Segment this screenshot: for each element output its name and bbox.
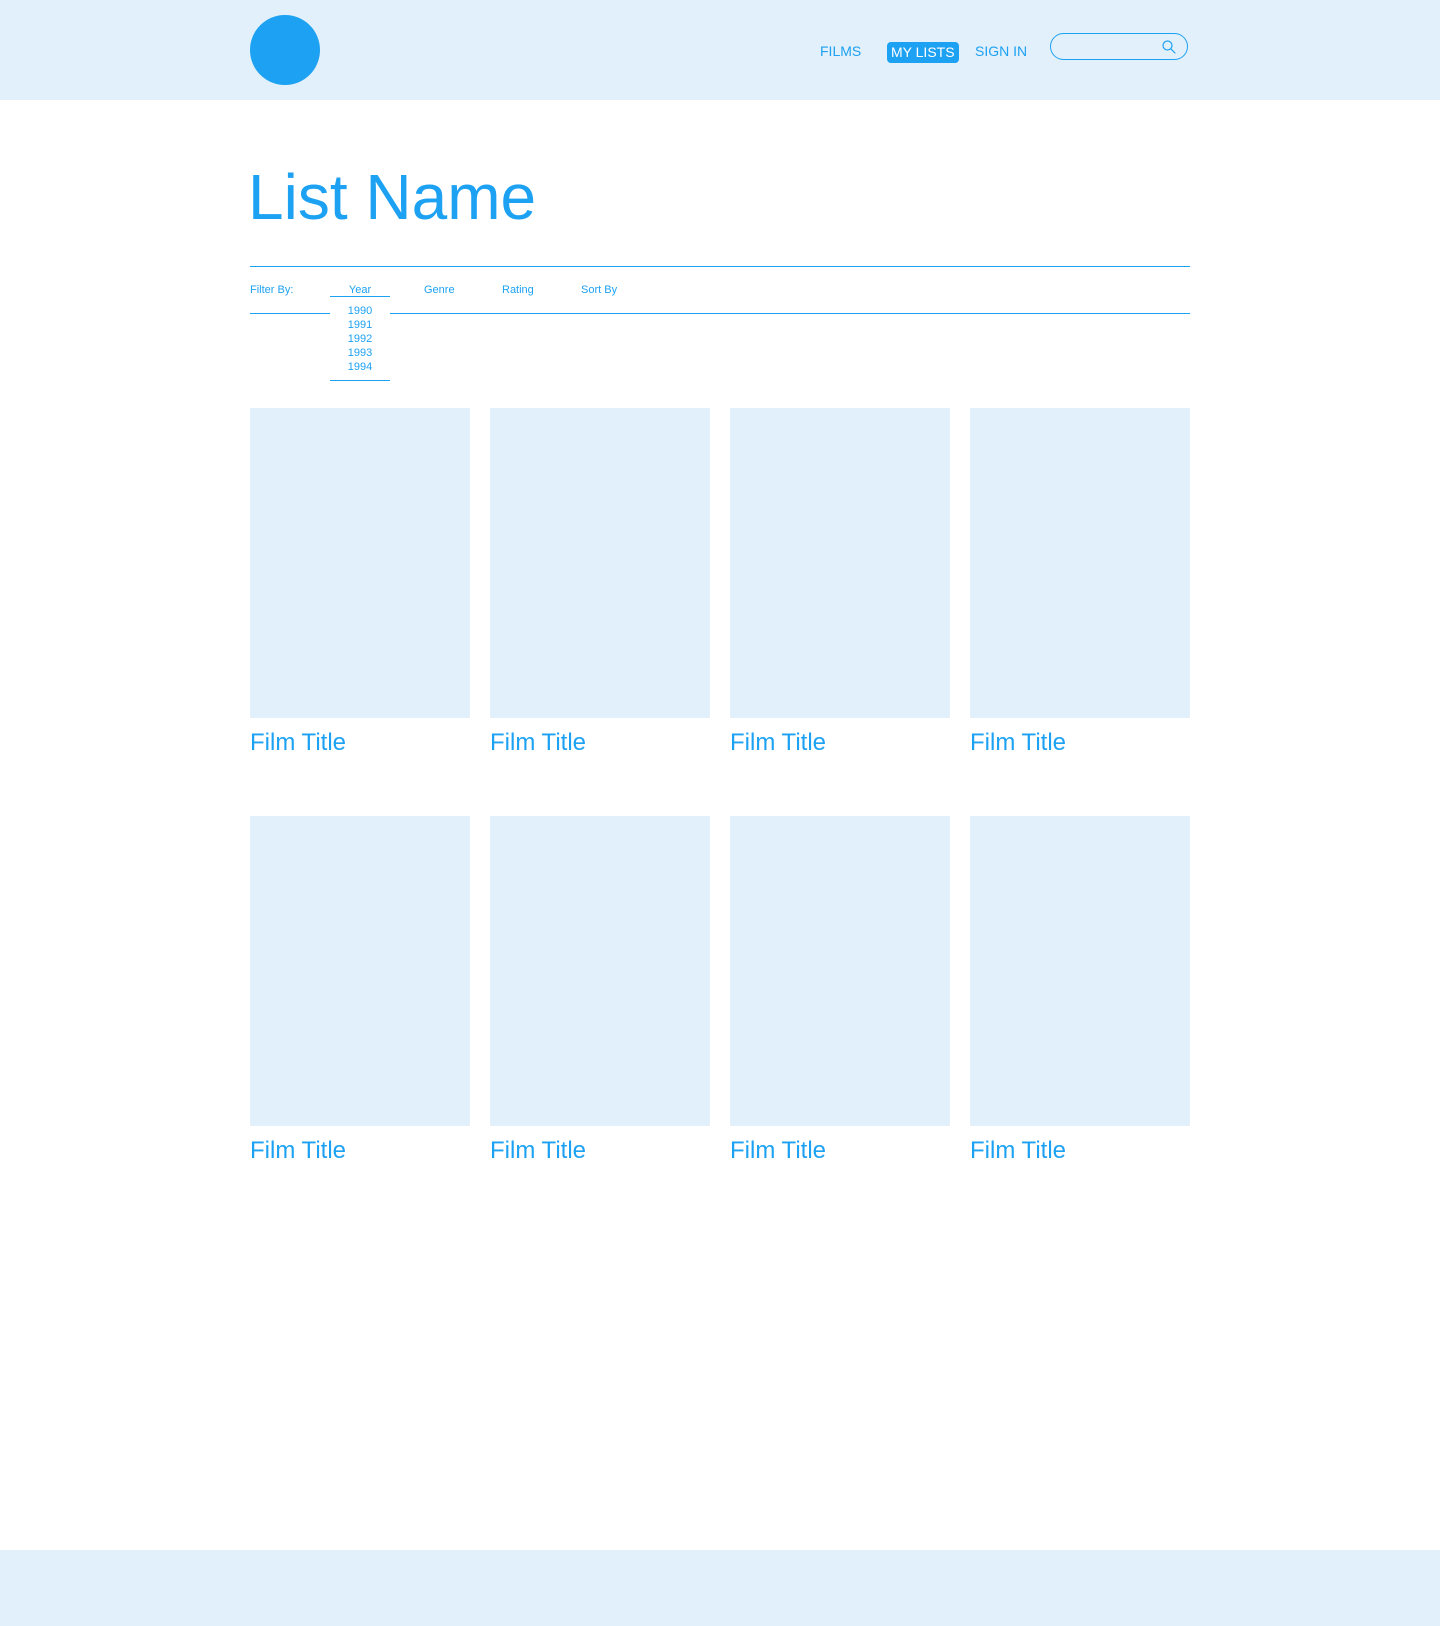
year-option[interactable]: 1993 bbox=[330, 346, 390, 360]
film-card[interactable]: Film Title bbox=[490, 408, 710, 816]
film-title[interactable]: Film Title bbox=[970, 728, 1066, 758]
filter-by-label: Filter By: bbox=[250, 284, 294, 296]
search-box[interactable] bbox=[1050, 33, 1188, 60]
film-card[interactable]: Film Title bbox=[250, 408, 470, 816]
year-filter-label[interactable]: Year bbox=[330, 283, 390, 297]
film-title[interactable]: Film Title bbox=[970, 1136, 1066, 1166]
film-card[interactable]: Film Title bbox=[730, 816, 950, 1224]
film-poster[interactable] bbox=[970, 408, 1190, 718]
film-card[interactable]: Film Title bbox=[730, 408, 950, 816]
year-option[interactable]: 1990 bbox=[330, 304, 390, 318]
film-title[interactable]: Film Title bbox=[730, 1136, 826, 1166]
search-icon[interactable] bbox=[1161, 39, 1177, 55]
page-title: List Name bbox=[248, 161, 537, 233]
nav-my-lists-link[interactable]: MY LISTS bbox=[887, 42, 959, 63]
year-dropdown-bottom-divider bbox=[330, 380, 390, 381]
film-title[interactable]: Film Title bbox=[730, 728, 826, 758]
film-poster[interactable] bbox=[250, 408, 470, 718]
year-option[interactable]: 1994 bbox=[330, 360, 390, 374]
film-poster[interactable] bbox=[250, 816, 470, 1126]
filter-bar-bottom-divider bbox=[390, 313, 1190, 314]
filter-bar-bottom-divider bbox=[250, 313, 330, 314]
film-poster[interactable] bbox=[490, 408, 710, 718]
logo-icon[interactable] bbox=[250, 15, 320, 85]
search-input[interactable] bbox=[1063, 38, 1153, 55]
year-option[interactable]: 1991 bbox=[330, 318, 390, 332]
film-poster[interactable] bbox=[730, 816, 950, 1126]
film-title[interactable]: Film Title bbox=[250, 1136, 346, 1166]
year-option[interactable]: 1992 bbox=[330, 332, 390, 346]
film-poster[interactable] bbox=[970, 816, 1190, 1126]
year-dropdown-top-divider bbox=[330, 296, 390, 297]
site-footer bbox=[0, 1550, 1440, 1626]
film-title[interactable]: Film Title bbox=[490, 728, 586, 758]
nav-sign-in-link[interactable]: SIGN IN bbox=[975, 41, 1027, 62]
film-title[interactable]: Film Title bbox=[250, 728, 346, 758]
film-card[interactable]: Film Title bbox=[250, 816, 470, 1224]
film-title[interactable]: Film Title bbox=[490, 1136, 586, 1166]
sort-by-filter[interactable]: Sort By bbox=[581, 283, 617, 297]
film-grid: Film Title Film Title Film Title Film Ti… bbox=[250, 408, 1190, 1224]
genre-filter[interactable]: Genre bbox=[424, 283, 455, 297]
nav-films-link[interactable]: FILMS bbox=[820, 41, 861, 62]
year-options-list: 1990 1991 1992 1993 1994 bbox=[330, 304, 390, 374]
film-card[interactable]: Film Title bbox=[970, 816, 1190, 1224]
filter-bar-top-divider bbox=[250, 266, 1190, 267]
film-card[interactable]: Film Title bbox=[970, 408, 1190, 816]
site-header: FILMS MY LISTS SIGN IN bbox=[0, 0, 1440, 100]
film-poster[interactable] bbox=[490, 816, 710, 1126]
film-poster[interactable] bbox=[730, 408, 950, 718]
rating-filter[interactable]: Rating bbox=[502, 283, 534, 297]
film-card[interactable]: Film Title bbox=[490, 816, 710, 1224]
year-filter-dropdown[interactable]: Year 1990 1991 1992 1993 1994 bbox=[330, 280, 390, 381]
